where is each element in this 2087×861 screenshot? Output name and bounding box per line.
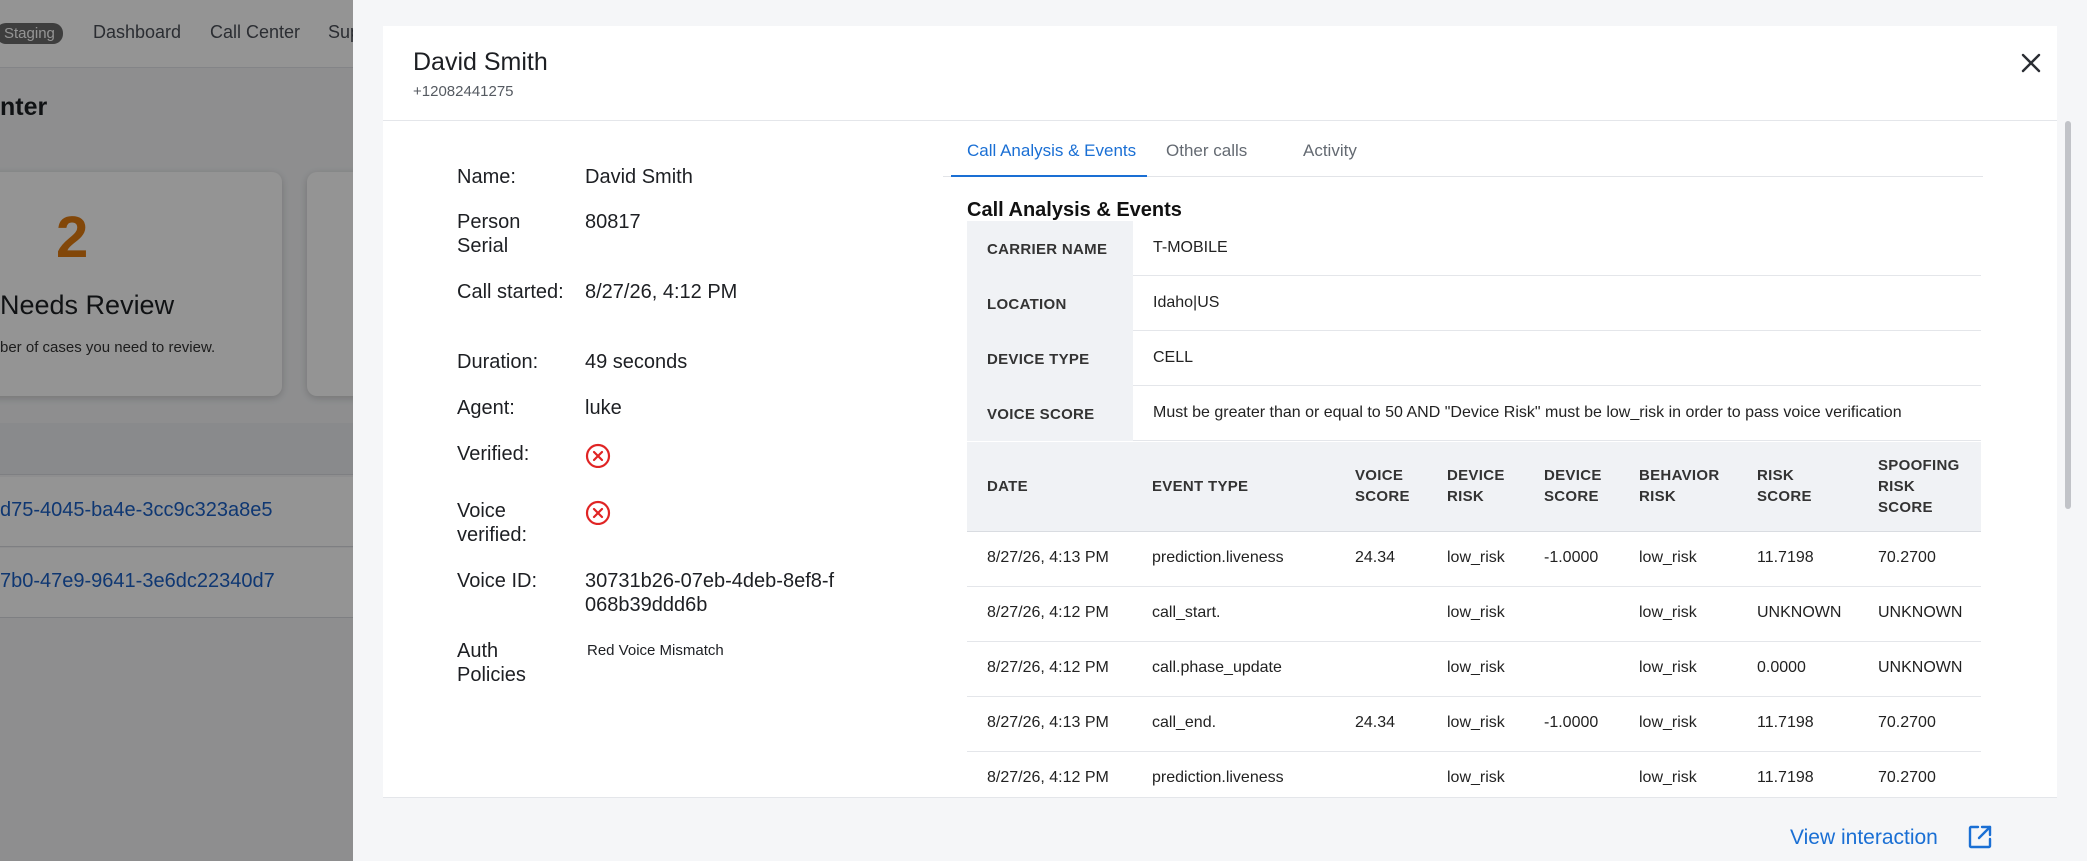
cell-voice-score: 24.34 [1355, 714, 1396, 731]
detail-value [585, 442, 845, 468]
call-info-table: CARRIER NAME T-MOBILE LOCATION Idaho|US … [967, 221, 1981, 441]
section-title: Call Analysis & Events [967, 199, 1182, 221]
table-row: 8/27/26, 4:12 PM call.phase_update low_ris… [967, 642, 1981, 697]
detail-value: 8/27/26, 4:12 PM [585, 281, 738, 303]
cell-date: 8/27/26, 4:12 PM [987, 604, 1109, 621]
cell-behavior-risk: low_risk [1639, 769, 1697, 786]
drawer-body: Name: David Smith Person Serial 80817 Ca… [383, 121, 2057, 797]
detail-label: Voice verified: [457, 500, 528, 546]
cell-device-risk: low_risk [1447, 604, 1505, 621]
cell-behavior-risk: low_risk [1639, 604, 1697, 621]
col-risk-score: RISK SCORE [1757, 467, 1812, 505]
info-key: LOCATION [967, 276, 1133, 331]
drawer-footer: View interaction [383, 797, 2057, 861]
table-row: 8/27/26, 4:13 PM call_end. 24.34 low_risk -1… [967, 697, 1981, 752]
cell-spoofing-risk-score: 70.2700 [1878, 714, 1936, 731]
detail-value: 49 seconds [585, 351, 688, 373]
close-icon[interactable] [2016, 48, 2046, 78]
cell-risk-score: 11.7198 [1757, 769, 1814, 786]
info-row-location: LOCATION Idaho|US [967, 276, 1981, 331]
col-voice-score: VOICE SCORE [1355, 467, 1410, 505]
info-value: T-MOBILE [1153, 239, 1228, 256]
cell-event-type: prediction.liveness [1152, 769, 1284, 786]
col-behavior-risk: BEHAVIOR RISK [1639, 467, 1720, 505]
info-value: Idaho|US [1153, 294, 1220, 311]
cell-event-type: call.phase_update [1152, 659, 1282, 676]
info-row-carrier: CARRIER NAME T-MOBILE [967, 221, 1981, 276]
detail-value: 80817 [585, 211, 641, 233]
cell-device-risk: low_risk [1447, 714, 1505, 731]
cell-spoofing-risk-score: 70.2700 [1878, 549, 1936, 566]
cell-risk-score: 11.7198 [1757, 549, 1814, 566]
detail-value: Red Voice Mismatch [587, 642, 724, 659]
cell-risk-score: 0.0000 [1757, 659, 1806, 676]
cell-device-risk: low_risk [1447, 769, 1505, 786]
table-row: 8/27/26, 4:12 PM call_start. low_risk low_r… [967, 587, 1981, 642]
detail-label: Voice ID: [457, 570, 538, 592]
cell-device-score: -1.0000 [1544, 714, 1599, 731]
cell-behavior-risk: low_risk [1639, 549, 1697, 566]
info-key: DEVICE TYPE [967, 331, 1133, 386]
detail-label: Verified: [457, 443, 530, 465]
detail-value: 30731b26-07eb-4deb-8ef8-f068b39ddd6b [585, 570, 835, 616]
cell-date: 8/27/26, 4:12 PM [987, 659, 1109, 676]
active-tab-indicator [951, 175, 1147, 177]
cell-event-type: call_start. [1152, 604, 1221, 621]
caller-name: David Smith [413, 48, 548, 76]
events-table-body: 8/27/26, 4:13 PM prediction.liveness 24.34… [967, 532, 1981, 797]
col-spoofing-risk-score: SPOOFING RISK SCORE [1878, 457, 1960, 516]
cell-event-type: call_end. [1152, 714, 1217, 731]
col-device-score: DEVICE SCORE [1544, 467, 1602, 505]
cell-event-type: prediction.liveness [1152, 549, 1284, 566]
cell-date: 8/27/26, 4:13 PM [987, 714, 1109, 731]
tab-other-calls[interactable]: Other calls [1166, 141, 1247, 161]
cell-date: 8/27/26, 4:13 PM [987, 549, 1109, 566]
table-row: 8/27/26, 4:12 PM prediction.liveness low_r… [967, 752, 1981, 797]
cell-spoofing-risk-score: 70.2700 [1878, 769, 1936, 786]
detail-label: Duration: [457, 351, 539, 373]
detail-value: luke [585, 397, 622, 419]
x-circle-icon [585, 500, 611, 525]
info-value: Must be greater than or equal to 50 AND … [1153, 404, 1902, 421]
col-event-type: EVENT TYPE [1152, 478, 1249, 495]
info-key: VOICE SCORE [967, 386, 1133, 441]
cell-voice-score: 24.34 [1355, 549, 1396, 566]
detail-label: Name: [457, 166, 516, 188]
info-key: CARRIER NAME [967, 221, 1133, 276]
events-table: DATE EVENT TYPE VOICE SCORE DEVICE RISK DE… [967, 442, 1981, 797]
call-detail-drawer: David Smith +12082441275 Name: David Smi… [353, 0, 2087, 861]
cell-spoofing-risk-score: UNKNOWN [1878, 659, 1963, 676]
drawer-scrollbar[interactable] [2065, 121, 2071, 509]
info-row-voice-score: VOICE SCORE Must be greater than or equa… [967, 386, 1981, 441]
info-value: CELL [1153, 349, 1194, 366]
x-circle-icon [585, 443, 611, 468]
detail-value: David Smith [585, 166, 693, 188]
cell-behavior-risk: low_risk [1639, 714, 1697, 731]
detail-label: Agent: [457, 397, 515, 419]
caller-phone: +12082441275 [413, 83, 514, 100]
cell-risk-score: UNKNOWN [1757, 604, 1842, 621]
cell-spoofing-risk-score: UNKNOWN [1878, 604, 1963, 621]
col-date: DATE [987, 478, 1028, 495]
external-link-icon[interactable] [1967, 824, 1993, 850]
cell-device-risk: low_risk [1447, 549, 1505, 566]
cell-date: 8/27/26, 4:12 PM [987, 769, 1109, 786]
tab-activity[interactable]: Activity [1303, 141, 1357, 161]
tab-bar: Call Analysis & Events Other calls Activ… [943, 133, 1983, 177]
cell-device-score: -1.0000 [1544, 549, 1599, 566]
table-row: 8/27/26, 4:13 PM prediction.liveness 24.34… [967, 532, 1981, 587]
col-device-risk: DEVICE RISK [1447, 467, 1505, 505]
cell-risk-score: 11.7198 [1757, 714, 1814, 731]
cell-behavior-risk: low_risk [1639, 659, 1697, 676]
detail-label: Auth Policies [457, 640, 526, 686]
tab-call-analysis[interactable]: Call Analysis & Events [967, 141, 1136, 161]
info-row-device-type: DEVICE TYPE CELL [967, 331, 1981, 386]
detail-label: Call started: [457, 281, 564, 303]
detail-label: Person Serial [457, 211, 521, 257]
view-interaction-link[interactable]: View interaction [1790, 826, 1938, 850]
drawer-header: David Smith +12082441275 [383, 26, 2057, 121]
detail-value [585, 499, 845, 525]
cell-device-risk: low_risk [1447, 659, 1505, 676]
events-table-header: DATE EVENT TYPE VOICE SCORE DEVICE RISK DE… [967, 442, 1981, 532]
